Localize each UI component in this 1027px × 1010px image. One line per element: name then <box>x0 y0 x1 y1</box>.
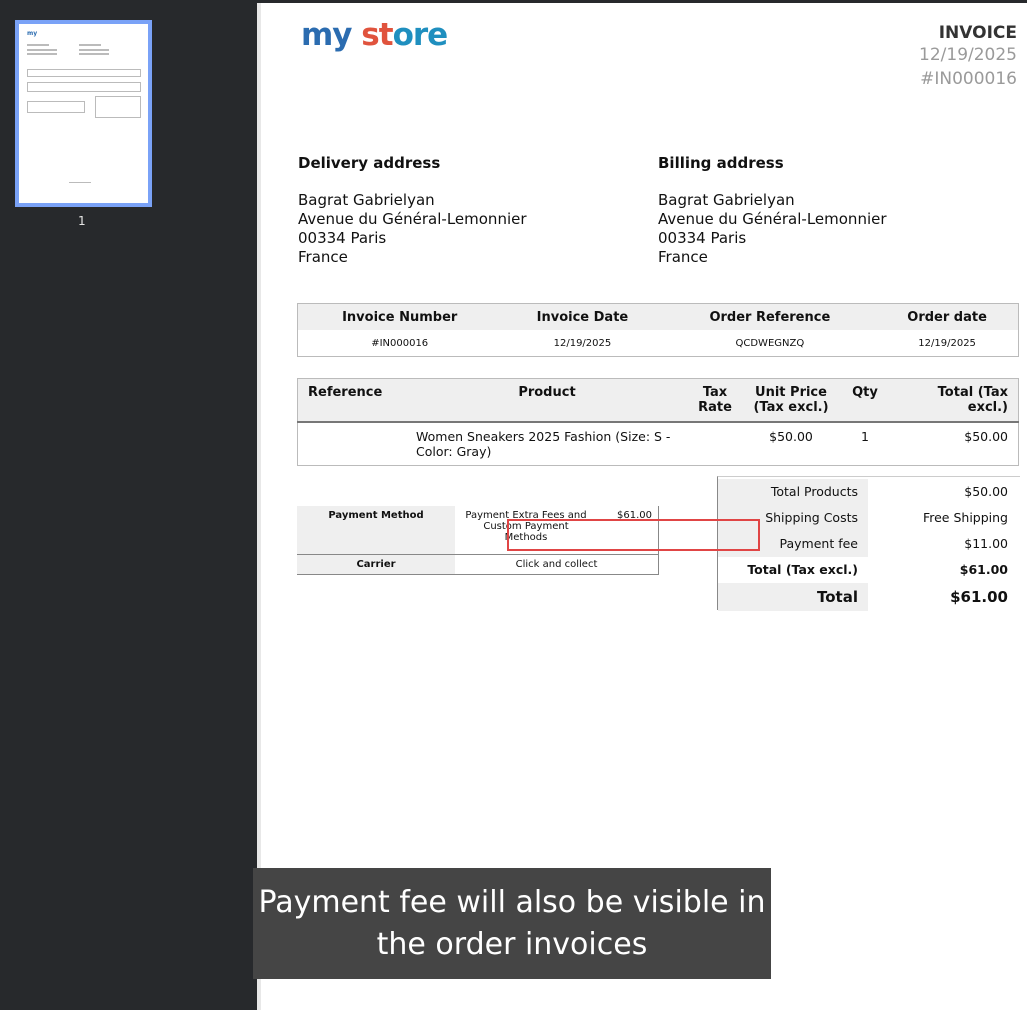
totals-row: Shipping Costs Free Shipping <box>718 505 1020 531</box>
invoice-date: 12/19/2025 <box>919 45 1017 65</box>
product-header: Tax Rate <box>688 378 742 423</box>
totals-block: Total Products $50.00 Shipping Costs Fre… <box>717 476 1020 611</box>
delivery-address-heading: Delivery address <box>298 154 441 172</box>
table-row: Women Sneakers 2025 Fashion (Size: S - C… <box>298 422 1019 466</box>
product-cell: Women Sneakers 2025 Fashion (Size: S - C… <box>416 429 671 459</box>
billing-address-line: Avenue du Général-Lemonnier <box>658 210 887 228</box>
product-header: Qty <box>840 378 890 423</box>
totals-value: $50.00 <box>964 484 1008 499</box>
caption-overlay: Payment fee will also be visible in the … <box>253 868 771 979</box>
delivery-address-line: France <box>298 248 348 266</box>
invoice-page: my store INVOICE 12/19/2025 #IN000016 De… <box>257 3 1027 1010</box>
totals-row: Total $61.00 <box>718 583 1020 611</box>
thumbnail-page-preview: my <box>19 24 148 203</box>
product-header: Product <box>406 378 688 423</box>
info-header: Invoice Date <box>501 303 664 330</box>
totals-value: Free Shipping <box>922 510 1008 525</box>
info-header: Order date <box>876 303 1019 330</box>
invoice-title: INVOICE <box>938 23 1017 43</box>
info-value: QCDWEGNZQ <box>735 337 805 349</box>
totals-label: Total <box>718 583 868 611</box>
totals-row: Total (Tax excl.) $61.00 <box>718 557 1020 583</box>
product-cell: $50.00 <box>769 429 813 444</box>
product-cell: 1 <box>861 429 869 444</box>
totals-label: Total Products <box>718 479 868 505</box>
product-table: Reference Product Tax Rate Unit Price (T… <box>297 378 1019 466</box>
info-header: Order Reference <box>663 303 877 330</box>
carrier-label: Carrier <box>297 554 455 575</box>
info-value: #IN000016 <box>371 337 429 349</box>
delivery-address: Delivery address Bagrat Gabrielyan Avenu… <box>298 154 527 267</box>
info-value: 12/19/2025 <box>553 337 612 349</box>
totals-label: Total (Tax excl.) <box>718 557 868 583</box>
delivery-address-line: Avenue du Général-Lemonnier <box>298 210 527 228</box>
totals-row: Total Products $50.00 <box>718 479 1020 505</box>
invoice-header: INVOICE 12/19/2025 #IN000016 <box>919 23 1017 91</box>
product-header: Unit Price (Tax excl.) <box>742 378 840 423</box>
delivery-address-line: 00334 Paris <box>298 229 387 247</box>
store-logo: my store <box>301 17 448 53</box>
product-header: Reference <box>297 378 406 423</box>
thumbnail-logo: my <box>27 30 38 37</box>
product-cell <box>298 422 407 466</box>
billing-address-heading: Billing address <box>658 154 784 172</box>
totals-row: Payment fee $11.00 <box>718 531 1020 557</box>
payment-fee-highlight <box>507 519 760 551</box>
thumbnail-sidebar: my 1 <box>0 0 257 1010</box>
page-thumbnail[interactable]: my <box>15 20 152 207</box>
totals-value: $61.00 <box>959 562 1008 577</box>
billing-address-line: Bagrat Gabrielyan <box>658 191 795 209</box>
payment-method-label: Payment Method <box>297 506 455 555</box>
totals-value: $61.00 <box>950 588 1008 606</box>
invoice-info-table: Invoice Number Invoice Date Order Refere… <box>297 303 1019 357</box>
thumbnail-page-number: 1 <box>78 214 86 228</box>
product-cell <box>688 422 742 466</box>
billing-address-line: 00334 Paris <box>658 229 747 247</box>
billing-address: Billing address Bagrat Gabrielyan Avenue… <box>658 154 887 267</box>
invoice-number: #IN000016 <box>920 69 1017 89</box>
info-value: 12/19/2025 <box>918 337 976 349</box>
delivery-address-line: Bagrat Gabrielyan <box>298 191 435 209</box>
carrier-value: Click and collect <box>455 554 659 575</box>
totals-value: $11.00 <box>964 536 1008 551</box>
product-cell: $50.00 <box>964 429 1008 444</box>
product-header: Total (Tax excl.) <box>890 378 1019 423</box>
billing-address-line: France <box>658 248 708 266</box>
info-header: Invoice Number <box>297 303 502 330</box>
